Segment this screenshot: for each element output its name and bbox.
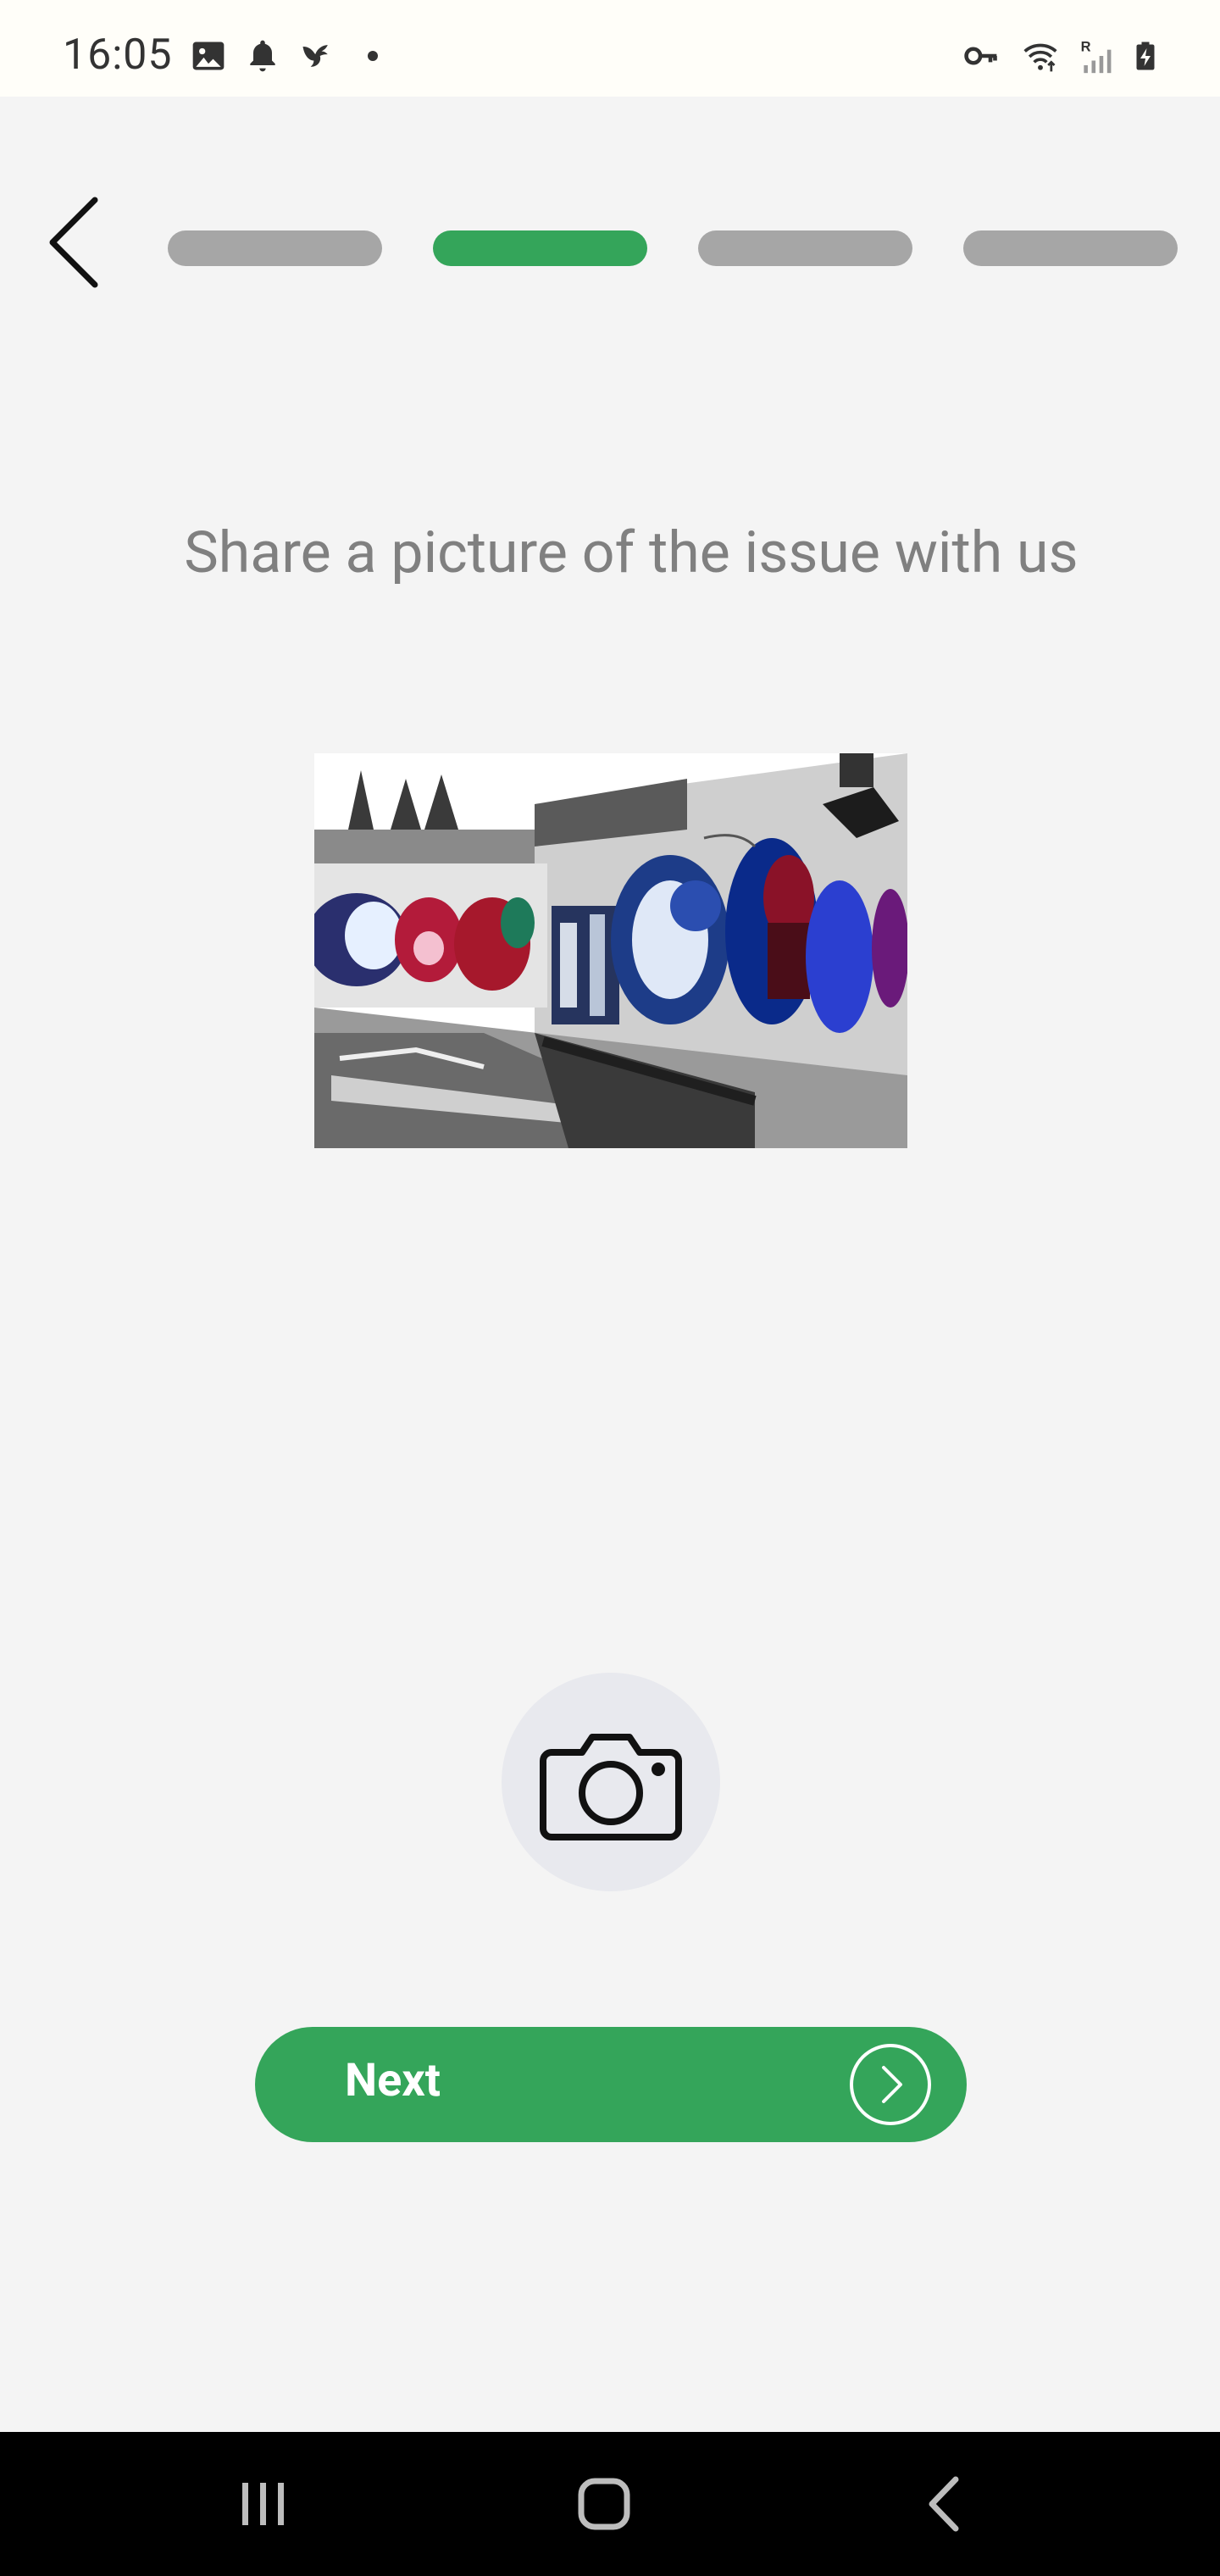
camera-button[interactable] [502,1673,720,1891]
uploaded-photo[interactable] [314,753,907,1148]
status-icons-right: R [959,37,1161,75]
step-indicator-4 [963,230,1178,266]
notification-bell-icon [250,40,275,72]
dot-icon [368,51,378,61]
next-button[interactable]: Next [255,2027,967,2142]
signal-roaming-icon: R [1081,40,1112,74]
home-icon[interactable] [566,2466,642,2542]
back-icon[interactable] [907,2466,983,2542]
step-indicator-2 [433,230,647,266]
bird-icon [302,45,328,67]
vpn-key-icon [964,47,997,65]
back-button[interactable] [44,195,103,290]
wifi-icon [1023,43,1057,72]
graffiti-photo-image [314,753,907,1148]
chevron-right-circle-icon [850,2044,931,2125]
svg-text:R: R [1081,40,1091,55]
step-progress [168,230,1178,266]
next-button-label: Next [345,2054,441,2107]
system-nav-bar [0,2432,1220,2576]
recent-apps-icon[interactable] [225,2466,302,2542]
battery-charging-icon [1136,42,1155,70]
step-indicator-1 [168,230,382,266]
status-bar: 16:05 R [0,0,1220,97]
page-prompt: Share a picture of the issue with us [184,519,1079,586]
step-indicator-3 [698,230,912,266]
status-time: 16:05 [63,31,173,80]
camera-icon [540,1734,682,1840]
image-icon [192,42,225,70]
status-icons-left [190,37,378,75]
